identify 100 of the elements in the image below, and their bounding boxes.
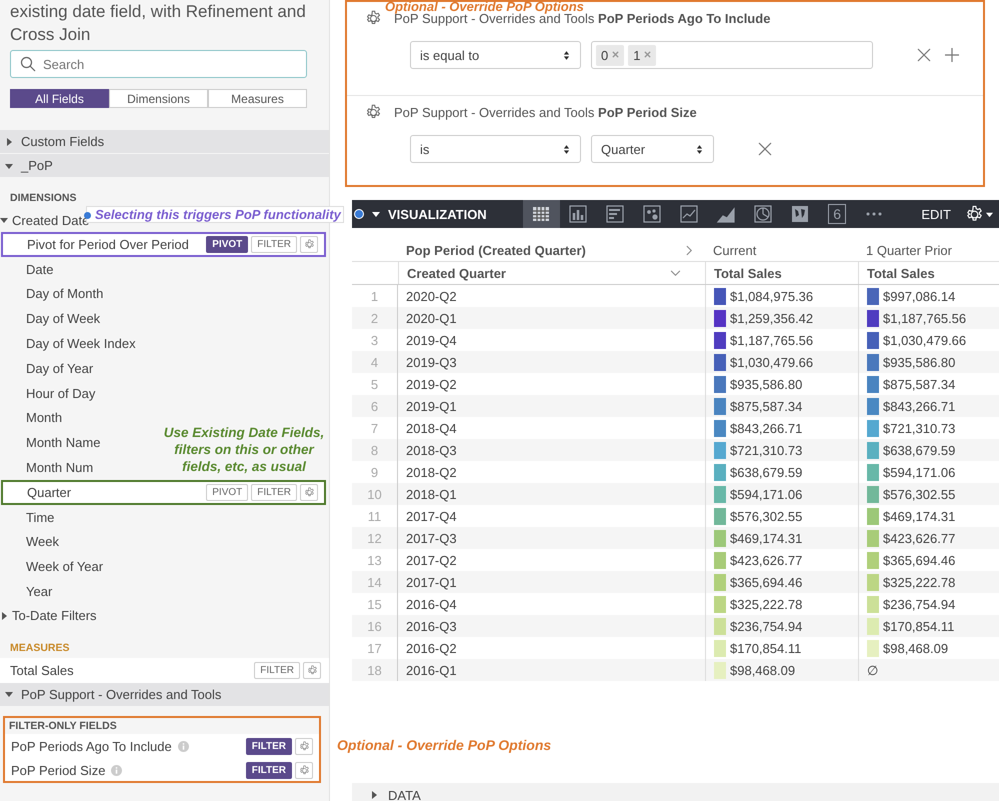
value-input-field[interactable]: 0 1 — [591, 41, 873, 69]
value-token[interactable]: 0 — [596, 44, 624, 66]
caret-right-icon[interactable] — [370, 791, 378, 799]
column-header[interactable]: Total Sales — [858, 262, 999, 284]
column-chart-icon[interactable] — [568, 204, 588, 224]
table-cell: $594,171.06 — [730, 486, 802, 502]
table-cell-text: 2017-Q1 — [405, 574, 458, 592]
filter-button[interactable]: FILTER — [254, 662, 300, 679]
pivot-button[interactable]: PIVOT — [206, 236, 248, 253]
view-header[interactable]: PoP Support - Overrides and Tools — [0, 682, 329, 706]
caret-down-icon[interactable] — [372, 210, 380, 218]
visualization-label[interactable]: VISUALIZATION — [388, 206, 487, 222]
field-label[interactable]: Hour of Day — [26, 386, 96, 401]
field-settings-button[interactable] — [300, 236, 318, 253]
table-cell: $997,086.14 — [883, 288, 956, 304]
line-chart-icon[interactable] — [679, 204, 700, 224]
table-cell-text: 2019-Q1 — [405, 398, 458, 416]
sort-descending-icon[interactable] — [670, 270, 681, 276]
field-label[interactable]: Month Num — [26, 460, 94, 476]
view-label[interactable]: Custom Fields — [21, 134, 104, 149]
pivot-button[interactable]: PIVOT — [206, 484, 248, 501]
view-header[interactable]: Custom Fields — [0, 130, 329, 153]
operator-select[interactable]: is — [410, 135, 581, 163]
field-label[interactable]: PoP Period Size — [11, 763, 106, 778]
field-row[interactable]: Total Sales FILTER — [0, 658, 329, 683]
field-settings-button[interactable] — [300, 484, 318, 501]
caret-down-icon[interactable] — [986, 210, 993, 218]
remove-icon[interactable] — [917, 48, 931, 62]
settings-icon[interactable] — [965, 204, 984, 224]
table-chart-icon[interactable] — [531, 204, 552, 224]
caret-down-icon[interactable] — [5, 162, 13, 170]
operator-select[interactable]: is equal to — [410, 41, 581, 69]
data-section-label[interactable]: DATA — [388, 788, 421, 801]
settings-menu-button[interactable] — [965, 204, 993, 224]
column-header[interactable]: Total Sales — [705, 262, 858, 284]
field-filter-tab[interactable]: Dimensions — [109, 89, 208, 108]
field-label[interactable]: Pivot for Period Over Period — [27, 236, 189, 252]
field-label[interactable]: Week of Year — [26, 559, 104, 574]
field-settings-button[interactable] — [295, 738, 313, 755]
data-section-header[interactable]: DATA — [352, 783, 999, 801]
view-label[interactable]: PoP Support - Overrides and Tools — [21, 686, 222, 702]
filter-button[interactable]: FILTER — [251, 484, 297, 501]
filter-button[interactable]: FILTER — [246, 738, 292, 755]
field-settings-button[interactable] — [303, 662, 321, 679]
field-settings-button[interactable] — [295, 762, 313, 780]
table-cell: $576,302.55 — [730, 508, 802, 524]
table-cell: $576,302.55 — [883, 486, 956, 502]
table-cell-text: 2016-Q4 — [405, 596, 458, 614]
field-label[interactable]: Day of Year — [26, 360, 94, 376]
caret-down-icon[interactable] — [0, 216, 8, 224]
table-cell-text: 2019-Q3 — [405, 354, 458, 372]
field-label[interactable]: Total Sales — [10, 662, 74, 678]
caret-down-icon[interactable] — [5, 690, 13, 698]
settings-icon[interactable] — [365, 10, 382, 27]
table-cell: $935,586.80 — [883, 354, 956, 370]
add-icon[interactable] — [945, 48, 959, 62]
filter-button[interactable]: FILTER — [251, 236, 297, 253]
field-row[interactable]: PoP Periods Ago To Include FILTER — [3, 734, 321, 759]
column-header[interactable]: Created Quarter — [398, 262, 705, 284]
field-label[interactable]: Month — [26, 410, 62, 426]
table-cell: $98,468.09 — [883, 640, 948, 656]
field-filter-tab[interactable]: Measures — [208, 89, 307, 108]
value-select[interactable]: Quarter — [591, 135, 714, 163]
field-label[interactable]: Week — [26, 534, 59, 550]
field-label[interactable]: Month Name — [26, 435, 100, 450]
filter-button[interactable]: FILTER — [246, 762, 292, 780]
value-token[interactable]: 1 — [628, 44, 656, 66]
table-cell-text: 2016-Q1 — [405, 662, 458, 680]
field-label[interactable]: Day of Month — [26, 286, 104, 302]
field-row[interactable]: Quarter PIVOT FILTER — [1, 480, 326, 505]
field-group-label[interactable]: To-Date Filters — [12, 608, 97, 624]
caret-right-icon[interactable] — [5, 138, 13, 146]
pie-chart-icon[interactable] — [753, 204, 774, 224]
field-label[interactable]: Time — [26, 510, 54, 525]
field-label[interactable]: Day of Week Index — [26, 336, 136, 352]
field-row[interactable]: PoP Period Size FILTER — [3, 758, 321, 784]
single-value-button[interactable]: 6 — [818, 200, 856, 228]
edit-button[interactable]: EDIT — [921, 206, 951, 222]
field-label[interactable]: Day of Week — [26, 311, 100, 326]
field-label[interactable]: Quarter — [27, 484, 72, 500]
annotation-note: Optional - Override PoP Options — [385, 0, 584, 14]
field-label[interactable]: Date — [26, 262, 54, 277]
table-chart-button[interactable] — [522, 200, 560, 228]
remove-icon[interactable] — [758, 142, 772, 156]
table-cell: $365,694.46 — [883, 552, 956, 568]
table-cell-text: 2019-Q4 — [405, 332, 458, 350]
bar-chart-icon[interactable] — [605, 204, 626, 224]
search-field[interactable]: Search — [10, 50, 307, 78]
settings-icon[interactable] — [365, 104, 382, 121]
view-header[interactable]: _PoP — [0, 154, 329, 177]
caret-right-icon[interactable] — [0, 612, 8, 620]
pivot-value-header: Current — [712, 242, 758, 260]
field-label[interactable]: PoP Periods Ago To Include — [11, 738, 172, 754]
scatter-chart-icon[interactable] — [642, 204, 662, 224]
table-cell: $1,030,479.66 — [730, 354, 814, 370]
field-filter-tab[interactable]: All Fields — [10, 89, 109, 108]
view-label[interactable]: _PoP — [21, 158, 53, 173]
field-label[interactable]: Year — [26, 584, 52, 600]
field-row[interactable]: Pivot for Period Over Period PIVOT FILTER — [1, 232, 326, 257]
table-cell: $721,310.73 — [883, 420, 956, 436]
